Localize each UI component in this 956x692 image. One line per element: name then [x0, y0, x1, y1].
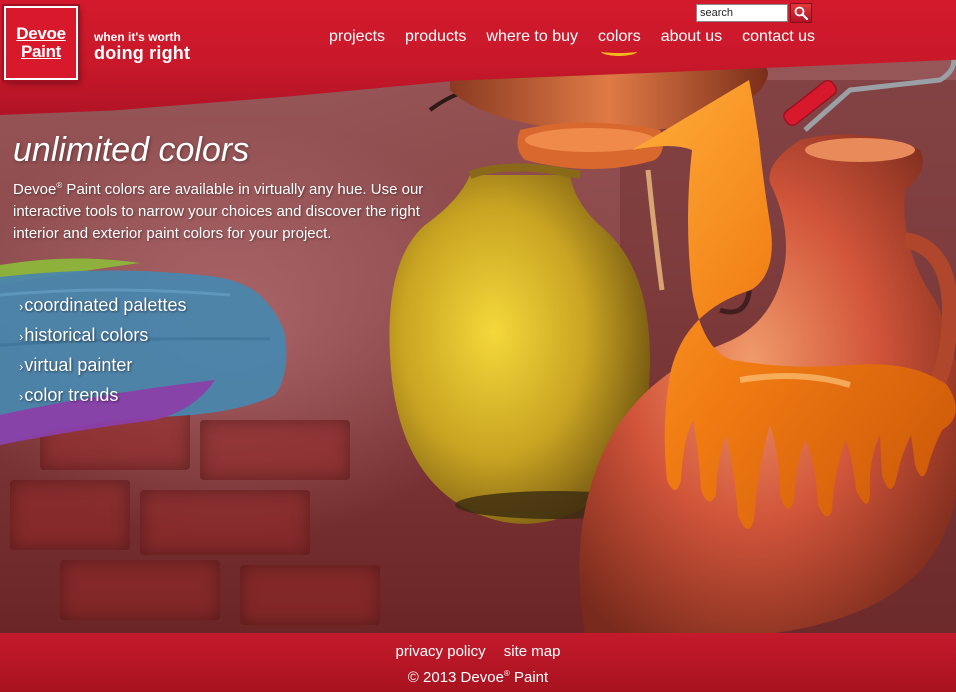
nav-where-to-buy[interactable]: where to buy: [486, 28, 578, 46]
logo-text-line2: Paint: [20, 42, 62, 61]
menu-item-label: coordinated palettes: [24, 295, 187, 315]
copyright: © 2013 Devoe® Paint: [0, 669, 956, 686]
menu-virtual-painter[interactable]: ›virtual painter: [19, 351, 186, 381]
logo-text-line1: Devoe: [16, 24, 66, 43]
nav-contact-us[interactable]: contact us: [742, 28, 815, 46]
menu-item-label: virtual painter: [24, 355, 133, 375]
copyright-prefix: © 2013 Devoe: [407, 669, 504, 686]
copyright-suffix: Paint: [509, 669, 549, 686]
chevron-right-icon: ›: [19, 329, 24, 344]
intro-brand: Devoe: [13, 181, 57, 198]
devoe-paint-logo[interactable]: Devoe Paint: [4, 6, 78, 80]
menu-item-label: color trends: [24, 385, 119, 405]
nav-projects[interactable]: projects: [329, 28, 385, 46]
intro-paragraph: Devoe® Paint colors are available in vir…: [13, 175, 463, 245]
intro-body: Paint colors are available in virtually …: [13, 181, 424, 242]
page-title: unlimited colors: [13, 131, 250, 169]
nav-products[interactable]: products: [405, 28, 466, 46]
search-input[interactable]: [696, 4, 788, 22]
nav-about-us[interactable]: about us: [661, 28, 722, 46]
chevron-right-icon: ›: [19, 359, 24, 374]
color-tools-menu: ›coordinated palettes ›historical colors…: [19, 291, 186, 411]
menu-historical-colors[interactable]: ›historical colors: [19, 321, 186, 351]
search-button[interactable]: [790, 3, 812, 23]
footer-site-map[interactable]: site map: [504, 643, 561, 660]
chevron-right-icon: ›: [19, 389, 24, 404]
chevron-right-icon: ›: [19, 299, 24, 314]
footer: privacy policy site map © 2013 Devoe® Pa…: [0, 633, 956, 692]
tagline-small: when it's worth: [94, 30, 181, 44]
main-nav: projects products where to buy colors ab…: [329, 28, 835, 56]
menu-color-trends[interactable]: ›color trends: [19, 381, 186, 411]
menu-coordinated-palettes[interactable]: ›coordinated palettes: [19, 291, 186, 321]
nav-colors[interactable]: colors: [598, 28, 641, 56]
tagline-large: doing right: [94, 43, 191, 63]
magnifier-icon: [794, 6, 808, 20]
footer-links: privacy policy site map: [0, 643, 956, 660]
footer-privacy-policy[interactable]: privacy policy: [396, 643, 486, 660]
menu-item-label: historical colors: [24, 325, 149, 345]
